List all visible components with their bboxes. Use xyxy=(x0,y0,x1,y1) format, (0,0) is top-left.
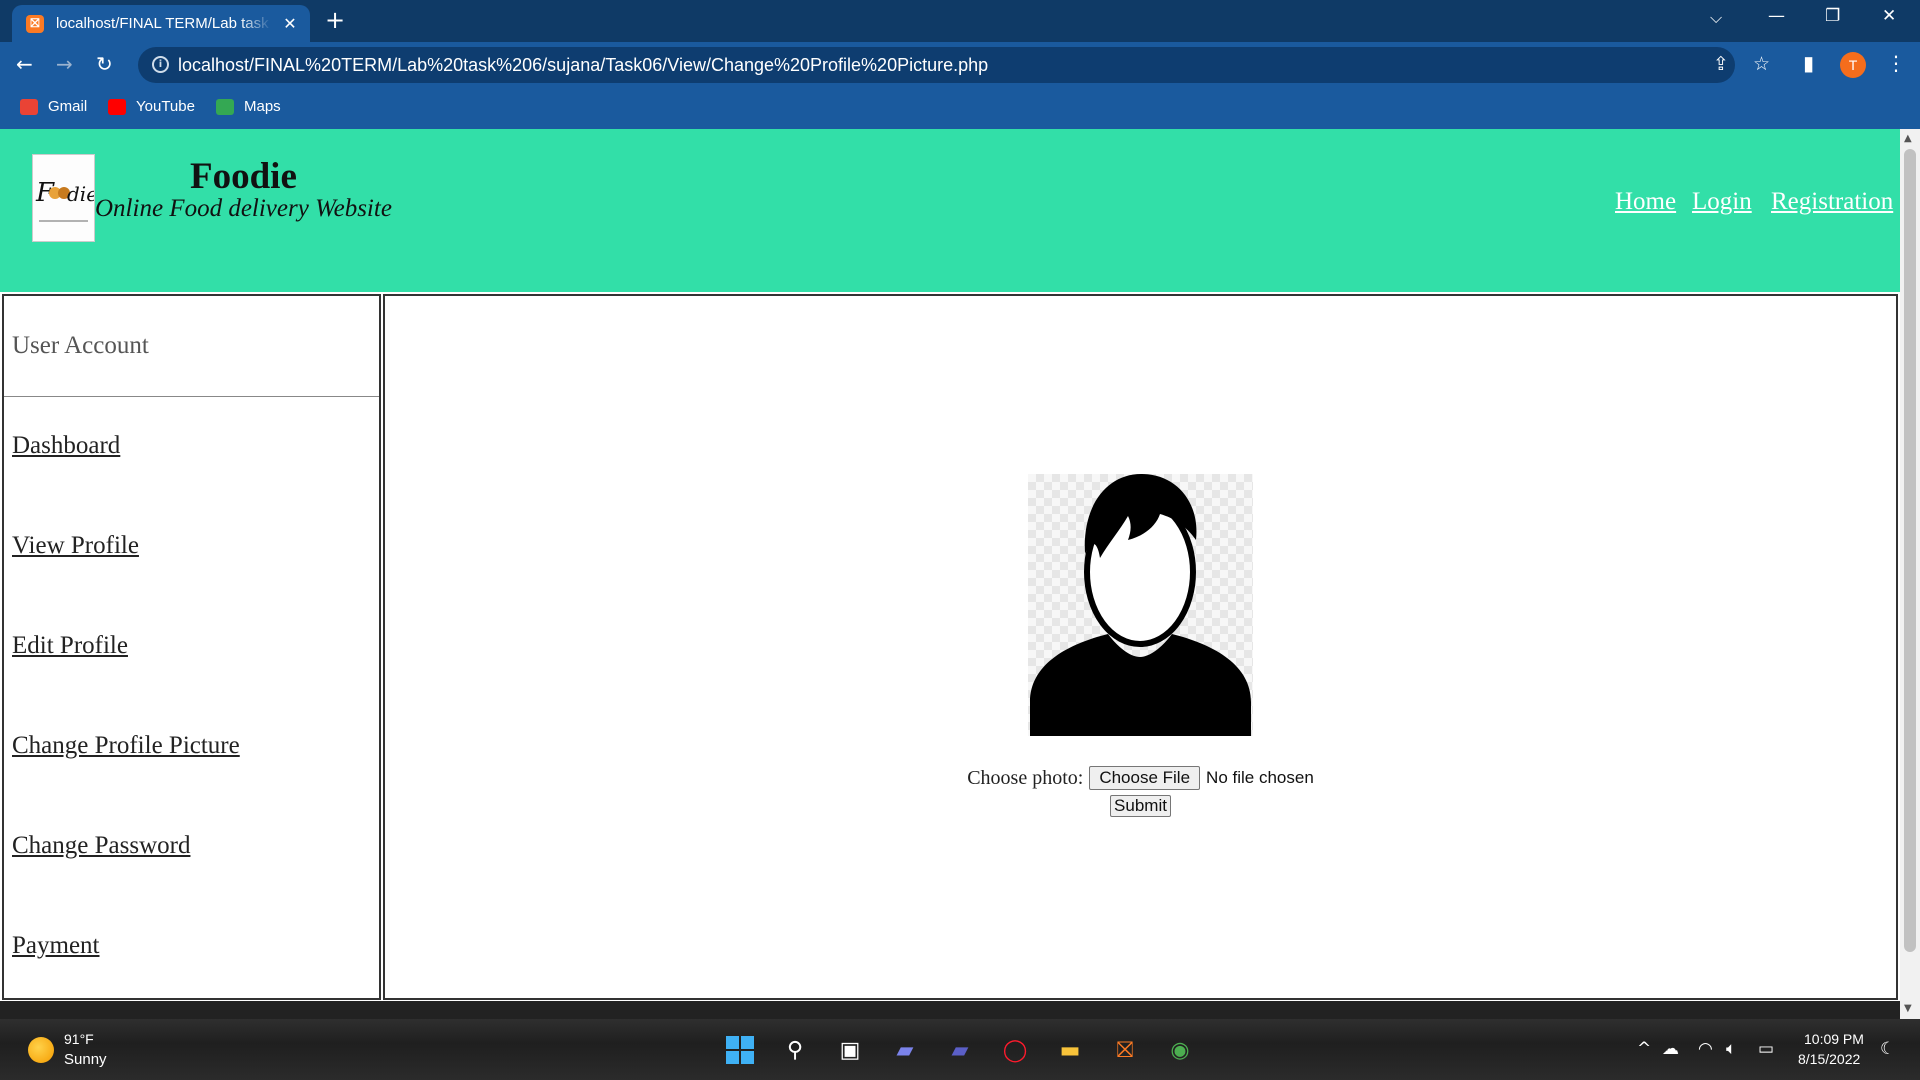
xampp-icon[interactable]: ⛝ xyxy=(1110,1035,1140,1065)
share-icon[interactable]: ⇪ xyxy=(1713,53,1729,75)
site-tagline: Online Food delivery Website xyxy=(95,195,392,222)
browser-tab-active[interactable]: ⛝ localhost/FINAL TERM/Lab task 6 ✕ xyxy=(12,5,310,42)
submit-row: Submit xyxy=(385,795,1896,817)
sidebar-item-edit-profile[interactable]: Edit Profile xyxy=(12,632,128,660)
site-logo: F die xyxy=(32,154,98,242)
bookmark-maps[interactable]: Maps xyxy=(216,98,281,115)
new-tab-button[interactable]: + xyxy=(325,6,345,34)
xampp-favicon-icon: ⛝ xyxy=(26,14,44,33)
sidebar-divider xyxy=(4,396,379,397)
browser-tab-bar: ⛝ localhost/FINAL TERM/Lab task 6 ✕ + ⌵ … xyxy=(0,0,1920,42)
bookmark-star-icon[interactable]: ☆ xyxy=(1753,53,1770,75)
user-silhouette-icon xyxy=(1030,474,1251,736)
task-view-icon[interactable]: ▣ xyxy=(835,1035,865,1065)
profile-avatar[interactable]: T xyxy=(1840,52,1866,78)
chat-icon[interactable]: ▰ xyxy=(890,1035,920,1065)
bookmarks-bar: Gmail YouTube Maps xyxy=(0,89,1920,129)
gmail-icon xyxy=(20,98,38,115)
windows-start-icon[interactable] xyxy=(725,1035,755,1065)
file-explorer-icon[interactable]: ▬ xyxy=(1055,1035,1085,1065)
choose-file-button[interactable]: Choose File xyxy=(1089,766,1201,790)
battery-icon[interactable]: ▭ xyxy=(1758,1039,1774,1059)
sidebar-item-change-profile-picture[interactable]: Change Profile Picture xyxy=(12,732,240,760)
site-info-icon[interactable]: i xyxy=(152,56,169,73)
logo-die: die xyxy=(67,182,94,206)
opera-icon[interactable]: ◯ xyxy=(1000,1035,1030,1065)
restore-icon[interactable]: ❐ xyxy=(1825,6,1840,26)
sidebar-item-change-password[interactable]: Change Password xyxy=(12,832,190,860)
profile-picture xyxy=(1028,474,1253,736)
chrome-icon[interactable]: ◉ xyxy=(1165,1035,1195,1065)
choose-photo-label: Choose photo: xyxy=(967,766,1084,789)
tab-close-icon[interactable]: ✕ xyxy=(280,14,300,33)
youtube-icon xyxy=(108,98,126,115)
bookmark-label: Maps xyxy=(244,98,281,115)
browser-toolbar: ← → ↻ i localhost/FINAL%20TERM/Lab%20tas… xyxy=(0,42,1920,89)
nav-login-link[interactable]: Login xyxy=(1692,188,1752,216)
focus-assist-moon-icon[interactable]: ☾ xyxy=(1880,1039,1895,1059)
side-panel-icon[interactable]: ▮ xyxy=(1803,51,1814,75)
url-text[interactable]: localhost/FINAL%20TERM/Lab%20task%206/su… xyxy=(178,55,988,76)
bookmark-gmail[interactable]: Gmail xyxy=(20,98,87,115)
bookmark-youtube[interactable]: YouTube xyxy=(108,98,195,115)
weather-condition[interactable]: Sunny xyxy=(64,1051,107,1068)
submit-button[interactable]: Submit xyxy=(1110,795,1171,817)
sidebar-item-view-profile[interactable]: View Profile xyxy=(12,532,139,560)
sidebar-heading: User Account xyxy=(12,332,149,359)
sidebar-item-payment[interactable]: Payment xyxy=(12,932,100,960)
nav-registration-link[interactable]: Registration xyxy=(1771,188,1893,216)
teams-icon[interactable]: ▰ xyxy=(945,1035,975,1065)
tray-chevron-up-icon[interactable]: ^ xyxy=(1637,1039,1651,1059)
wifi-icon[interactable]: ◠ xyxy=(1698,1039,1713,1059)
tab-search-chevron-icon[interactable]: ⌵ xyxy=(1710,8,1722,28)
volume-icon[interactable]: 🔈︎ xyxy=(1726,1039,1736,1059)
maps-icon xyxy=(216,98,234,115)
reload-icon[interactable]: ↻ xyxy=(96,52,113,76)
sun-icon[interactable] xyxy=(28,1037,54,1063)
web-page: F die Foodie Online Food delivery Websit… xyxy=(0,129,1900,1019)
upload-form-row: Choose photo: Choose File No file chosen xyxy=(385,766,1896,790)
page-scrollbar[interactable]: ▲ ▼ xyxy=(1900,129,1920,1019)
clock-date[interactable]: 8/15/2022 xyxy=(1798,1051,1860,1067)
scroll-down-icon[interactable]: ▼ xyxy=(1904,1003,1912,1014)
forward-arrow-icon[interactable]: → xyxy=(56,52,73,76)
scroll-thumb[interactable] xyxy=(1904,149,1916,952)
clock-time[interactable]: 10:09 PM xyxy=(1804,1031,1864,1047)
tab-title: localhost/FINAL TERM/Lab task 6 xyxy=(56,15,272,32)
back-arrow-icon[interactable]: ← xyxy=(16,52,33,76)
window-close-icon[interactable]: ✕ xyxy=(1882,6,1896,26)
sidebar-item-dashboard[interactable]: Dashboard xyxy=(12,432,120,460)
scroll-up-icon[interactable]: ▲ xyxy=(1904,133,1912,144)
site-title: Foodie xyxy=(190,156,297,197)
windows-taskbar: 91°F Sunny ⚲ ▣ ▰ ▰ ◯ ▬ ⛝ ◉ ^ ☁ ◠ 🔈︎ ▭ 10… xyxy=(0,1019,1920,1080)
site-header: F die Foodie Online Food delivery Websit… xyxy=(0,129,1900,292)
minimize-icon[interactable]: — xyxy=(1768,6,1785,26)
weather-temperature[interactable]: 91°F xyxy=(64,1031,94,1047)
bookmark-label: YouTube xyxy=(136,98,195,115)
file-status-text: No file chosen xyxy=(1206,768,1314,787)
onedrive-cloud-icon[interactable]: ☁ xyxy=(1662,1039,1679,1059)
bookmark-label: Gmail xyxy=(48,98,88,115)
page-footer-strip xyxy=(0,1001,1900,1019)
menu-kebab-icon[interactable]: ⋮ xyxy=(1886,51,1906,75)
search-icon[interactable]: ⚲ xyxy=(780,1035,810,1065)
main-content: Choose photo: Choose File No file chosen… xyxy=(383,294,1898,1000)
user-account-sidebar: User Account Dashboard View Profile Edit… xyxy=(2,294,381,1000)
address-bar[interactable]: i localhost/FINAL%20TERM/Lab%20task%206/… xyxy=(138,47,1770,83)
nav-home-link[interactable]: Home xyxy=(1615,188,1676,216)
foodie-logo-icon: F die xyxy=(35,178,98,222)
